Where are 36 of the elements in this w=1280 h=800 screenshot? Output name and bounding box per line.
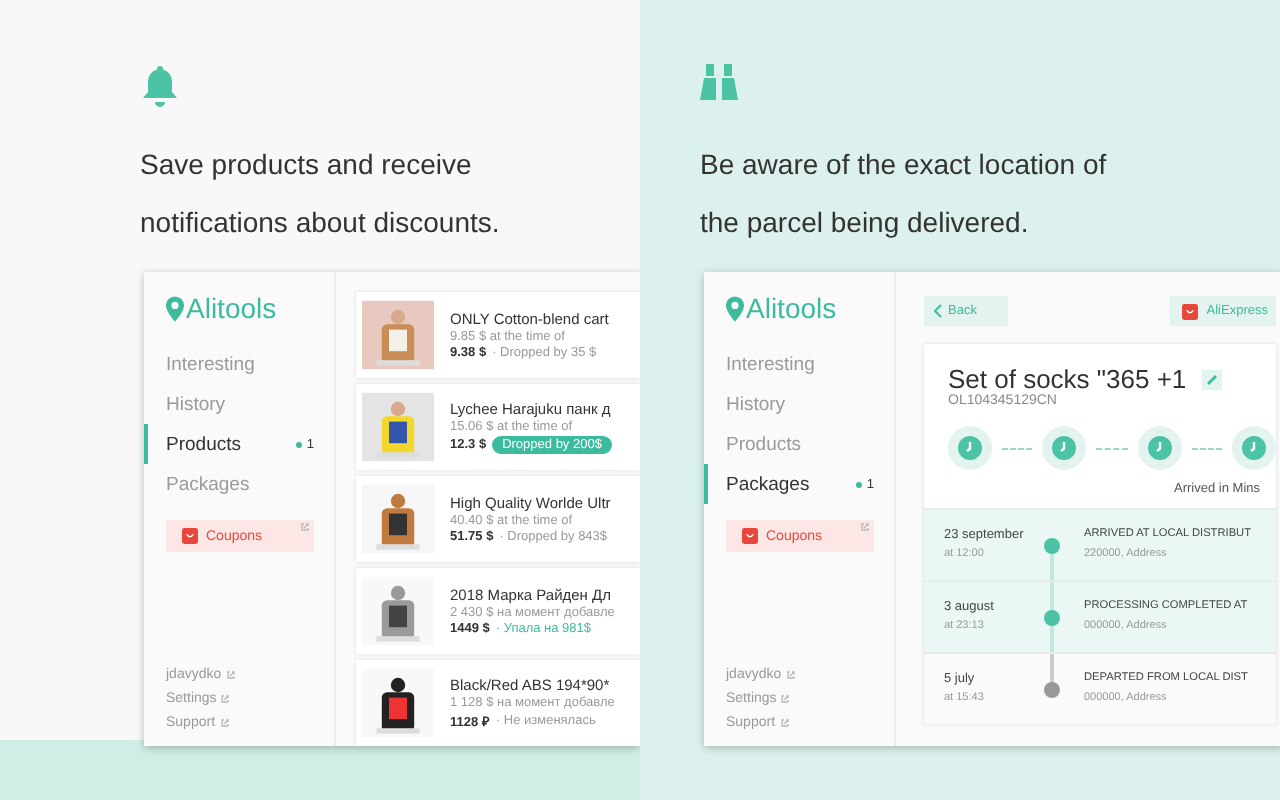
- external-link-icon: [300, 522, 310, 532]
- timeline-dot: [1044, 682, 1060, 698]
- external-link-icon: [225, 670, 236, 680]
- clock-icon: [1052, 436, 1077, 460]
- external-link-icon: [785, 670, 796, 680]
- chevron-left-icon: [934, 304, 942, 318]
- map-pin-icon: [166, 295, 184, 321]
- nav-item[interactable]: Interesting: [704, 344, 894, 384]
- clock-icon: [1147, 436, 1172, 460]
- pencil-icon: [1206, 373, 1219, 385]
- nav-item[interactable]: Interesting: [144, 344, 334, 384]
- binoculars-icon: [700, 64, 738, 100]
- logo-text: Alitools: [186, 292, 277, 324]
- nav-item[interactable]: History: [144, 384, 334, 424]
- external-link-icon: [219, 718, 230, 728]
- shopping-bag-icon: [742, 528, 758, 544]
- clock-icon: [958, 436, 982, 460]
- external-link-icon: [220, 694, 231, 704]
- logo-text: Alitools: [746, 292, 837, 324]
- shopping-bag-icon: [182, 528, 198, 544]
- shopping-bag-icon: [1182, 303, 1199, 319]
- package-title: Set of socks "365 +1: [948, 364, 1187, 394]
- bell-icon: [140, 64, 180, 108]
- external-link-icon: [779, 718, 790, 728]
- external-link-icon: [860, 522, 870, 532]
- nav-item[interactable]: History: [704, 384, 894, 424]
- map-pin-icon: [726, 295, 744, 321]
- nav-item[interactable]: Products: [704, 424, 894, 464]
- clock-icon: [1241, 436, 1266, 460]
- external-link-icon: [780, 694, 791, 704]
- nav-item[interactable]: Packages: [144, 464, 334, 504]
- feature-caption: Be aware of the exact location of the parcel being delivered.: [700, 146, 1109, 242]
- timeline-dot: [1044, 610, 1060, 626]
- timeline-dot: [1044, 538, 1060, 554]
- feature-caption: Save products and receive notifications about discounts.: [140, 146, 502, 242]
- edit-button[interactable]: [1202, 369, 1223, 389]
